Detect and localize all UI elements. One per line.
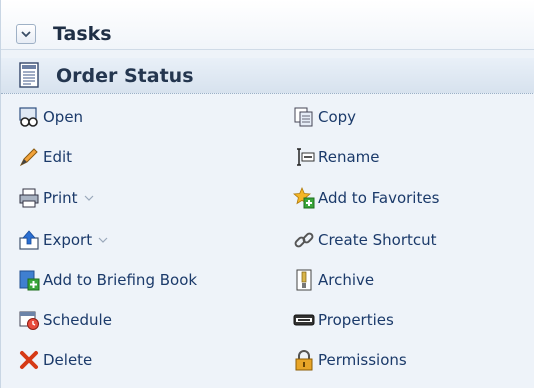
- print-label: Print: [43, 189, 78, 207]
- edit-action[interactable]: Edit: [18, 142, 72, 172]
- open-label: Open: [43, 108, 84, 126]
- calendar-clock-icon: [19, 311, 39, 330]
- permissions-label: Permissions: [318, 351, 407, 369]
- add-to-briefing-book-label: Add to Briefing Book: [43, 271, 198, 289]
- delete-action[interactable]: Delete: [18, 345, 92, 375]
- add-to-briefing-book-action[interactable]: Add to Briefing Book: [18, 265, 197, 295]
- archive-action[interactable]: Archive: [293, 265, 374, 295]
- add-to-favorites-action[interactable]: Add to Favorites: [293, 183, 439, 213]
- chevron-down-icon: [21, 31, 31, 38]
- schedule-label: Schedule: [43, 311, 112, 329]
- print-action[interactable]: Print: [18, 183, 94, 213]
- collapse-toggle-button[interactable]: [16, 24, 36, 44]
- chevron-down-icon: [84, 195, 93, 201]
- permissions-action[interactable]: Permissions: [293, 345, 407, 375]
- section-title: Order Status: [56, 65, 194, 87]
- properties-icon: [293, 314, 315, 326]
- briefing-book-add-icon: [19, 270, 40, 291]
- favorites-star-icon: [293, 187, 315, 209]
- edit-label: Edit: [43, 148, 73, 166]
- rename-cursor-icon: [297, 148, 315, 166]
- tasks-panel: Tasks Order Status Open Edit Print Expor…: [0, 0, 534, 388]
- export-arrow-icon: [19, 230, 39, 250]
- schedule-action[interactable]: Schedule: [18, 305, 112, 335]
- chain-link-icon: [294, 232, 314, 248]
- copy-icon: [294, 107, 313, 127]
- panel-title: Tasks: [53, 23, 112, 45]
- properties-action[interactable]: Properties: [293, 305, 394, 335]
- padlock-icon: [295, 350, 313, 371]
- export-action[interactable]: Export: [18, 225, 108, 255]
- chevron-down-icon: [98, 237, 108, 243]
- create-shortcut-label: Create Shortcut: [318, 231, 437, 249]
- open-glasses-icon: [19, 107, 38, 127]
- add-to-favorites-label: Add to Favorites: [318, 189, 440, 207]
- document-icon: [19, 62, 39, 88]
- create-shortcut-action[interactable]: Create Shortcut: [293, 225, 437, 255]
- delete-label: Delete: [43, 351, 93, 369]
- rename-label: Rename: [318, 148, 380, 166]
- properties-label: Properties: [318, 311, 394, 329]
- pencil-icon: [19, 148, 38, 167]
- copy-action[interactable]: Copy: [293, 102, 356, 132]
- archive-zipper-icon: [296, 269, 312, 291]
- printer-icon: [19, 188, 39, 208]
- delete-x-icon: [20, 351, 38, 369]
- open-action[interactable]: Open: [18, 102, 83, 132]
- rename-action[interactable]: Rename: [293, 142, 380, 172]
- copy-label: Copy: [318, 108, 357, 126]
- archive-label: Archive: [318, 271, 375, 289]
- export-label: Export: [43, 231, 93, 249]
